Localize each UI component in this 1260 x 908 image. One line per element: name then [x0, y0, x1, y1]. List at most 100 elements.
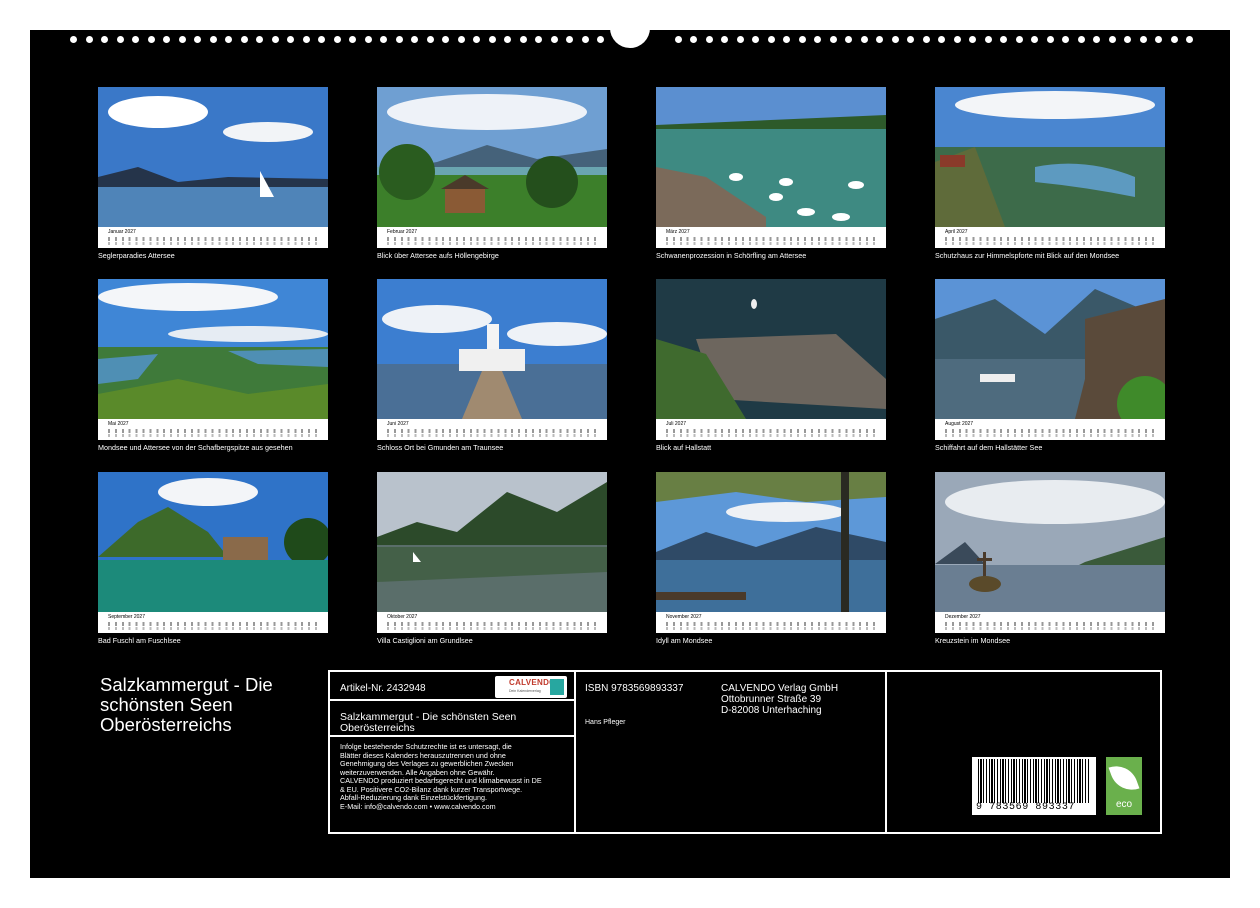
photo-october: [377, 472, 607, 612]
binding-hole: [473, 36, 480, 43]
month-card-august: August 2027 Schiffahrt auf dem Hallstätt…: [935, 279, 1165, 459]
month-label: Oktober 2027: [387, 614, 418, 620]
binding-hole: [380, 36, 387, 43]
binding-hole: [581, 36, 589, 43]
binding-hole: [922, 36, 930, 43]
photo-caption: Mondsee und Attersee von der Schafbergsp…: [98, 443, 293, 452]
binding-hole: [1000, 36, 1007, 43]
binding-hole: [1031, 36, 1038, 43]
month-card-march: März 2027 Schwanenprozession in Schörfli…: [656, 87, 886, 267]
article-number: Artikel-Nr. 2432948: [340, 683, 426, 694]
binding-hole: [1015, 36, 1023, 43]
photo-caption: Schutzhaus zur Himmelspforte mit Blick a…: [935, 251, 1120, 260]
month-card-june: Juni 2027 Schloss Ort bei Gmunden am Tra…: [377, 279, 607, 459]
month-card-january: Januar 2027 Seglerparadies Attersee: [98, 87, 328, 267]
calendar-back-page: Januar 2027 Seglerparadies Attersee Febr…: [30, 16, 1230, 878]
binding-hole: [1093, 36, 1100, 43]
calvendo-logo: CALVENDO Dein Kalenderverlag: [495, 676, 567, 698]
publisher-line-2: Ottobrunner Straße 39: [721, 694, 822, 705]
binding-hole: [147, 36, 155, 43]
month-card-april: April 2027 Schutzhaus zur Himmelspforte …: [935, 87, 1165, 267]
photo-caption: Seglerparadies Attersee: [98, 251, 175, 260]
binding-hole: [876, 36, 883, 43]
binding-hole: [736, 36, 744, 43]
photo-december: [935, 472, 1165, 612]
binding-hole: [426, 36, 434, 43]
binding-hole: [442, 36, 449, 43]
binding-hole: [364, 36, 372, 43]
binding-hole: [767, 36, 775, 43]
binding-hole: [798, 36, 806, 43]
binding-hole: [209, 36, 217, 43]
binding-hole: [1108, 36, 1116, 43]
month-card-september: September 2027 Bad Fuschl am Fuschlsee: [98, 472, 328, 652]
legal-line: E-Mail: info@calvendo.com • www.calvendo…: [340, 801, 496, 811]
binding-hole: [705, 36, 713, 43]
month-label: Dezember 2027: [945, 614, 981, 620]
binding-hole: [318, 36, 325, 43]
binding-hole: [907, 36, 914, 43]
photo-caption: Schloss Ort bei Gmunden am Traunsee: [377, 443, 504, 452]
photo-caption: Blick auf Hallstatt: [656, 443, 712, 452]
publisher-line-3: D-82008 Unterhaching: [721, 705, 822, 716]
binding-hole: [194, 36, 201, 43]
binding-hole: [178, 36, 186, 43]
info-title: Salzkammergut - Die schönsten Seen Oberö…: [340, 711, 517, 734]
binding-hole: [70, 36, 77, 43]
binding-hole: [1077, 36, 1085, 43]
binding-hole: [752, 36, 759, 43]
binding-hole: [504, 36, 511, 43]
photo-july: [656, 279, 886, 419]
photo-caption: Kreuzstein im Mondsee: [935, 636, 1011, 645]
binding-hole: [1139, 36, 1147, 43]
binding-hole: [860, 36, 868, 43]
binding-hole: [674, 36, 682, 43]
month-card-february: Februar 2027 Blick über Attersee aufs Hö…: [377, 87, 607, 267]
publisher-line-1: CALVENDO Verlag GmbH: [721, 683, 839, 694]
month-label: August 2027: [945, 421, 974, 427]
binding-hole: [488, 36, 496, 43]
photo-may: [98, 279, 328, 419]
isbn: ISBN 9783569893337: [585, 683, 684, 694]
photo-june: [377, 279, 607, 419]
month-card-december: Dezember 2027 Kreuzstein im Mondsee: [935, 472, 1165, 652]
binding-hole: [302, 36, 310, 43]
binding-hole: [984, 36, 992, 43]
binding-hole: [101, 36, 108, 43]
barcode-number: 9 783569 893337: [976, 802, 1076, 813]
photo-april: [935, 87, 1165, 227]
binding-hole: [349, 36, 356, 43]
binding-hole: [566, 36, 573, 43]
binding-hole: [845, 36, 852, 43]
binding-hole: [225, 36, 232, 43]
binding-hole: [550, 36, 558, 43]
binding-hole: [597, 36, 604, 43]
binding-hole: [333, 36, 341, 43]
month-label: Mai 2027: [108, 421, 129, 427]
binding-hole: [535, 36, 542, 43]
binding-hole: [519, 36, 527, 43]
photo-january: [98, 87, 328, 227]
month-label: Februar 2027: [387, 229, 418, 235]
photo-caption: Idyll am Mondsee: [656, 636, 713, 645]
binding-hole: [85, 36, 93, 43]
binding-hole: [690, 36, 697, 43]
month-card-may: Mai 2027 Mondsee und Attersee von der Sc…: [98, 279, 328, 459]
month-label: Juli 2027: [666, 421, 687, 427]
binding-hole: [721, 36, 728, 43]
binding-hole: [814, 36, 821, 43]
month-label: September 2027: [108, 614, 145, 620]
binding-hole: [938, 36, 945, 43]
binding-hole: [969, 36, 976, 43]
photo-march: [656, 87, 886, 227]
month-card-november: November 2027 Idyll am Mondsee: [656, 472, 886, 652]
photo-caption: Bad Fuschl am Fuschlsee: [98, 636, 181, 645]
info-box: Artikel-Nr. 2432948 CALVENDO Dein Kalend…: [328, 670, 1162, 834]
photo-caption: Schwanenprozession in Schörfling am Atte…: [656, 251, 807, 260]
binding-hole: [116, 36, 124, 43]
photo-february: [377, 87, 607, 227]
photo-caption: Schiffahrt auf dem Hallstätter See: [935, 443, 1043, 452]
month-label: Juni 2027: [387, 421, 409, 427]
photo-august: [935, 279, 1165, 419]
binding-hole: [1046, 36, 1054, 43]
